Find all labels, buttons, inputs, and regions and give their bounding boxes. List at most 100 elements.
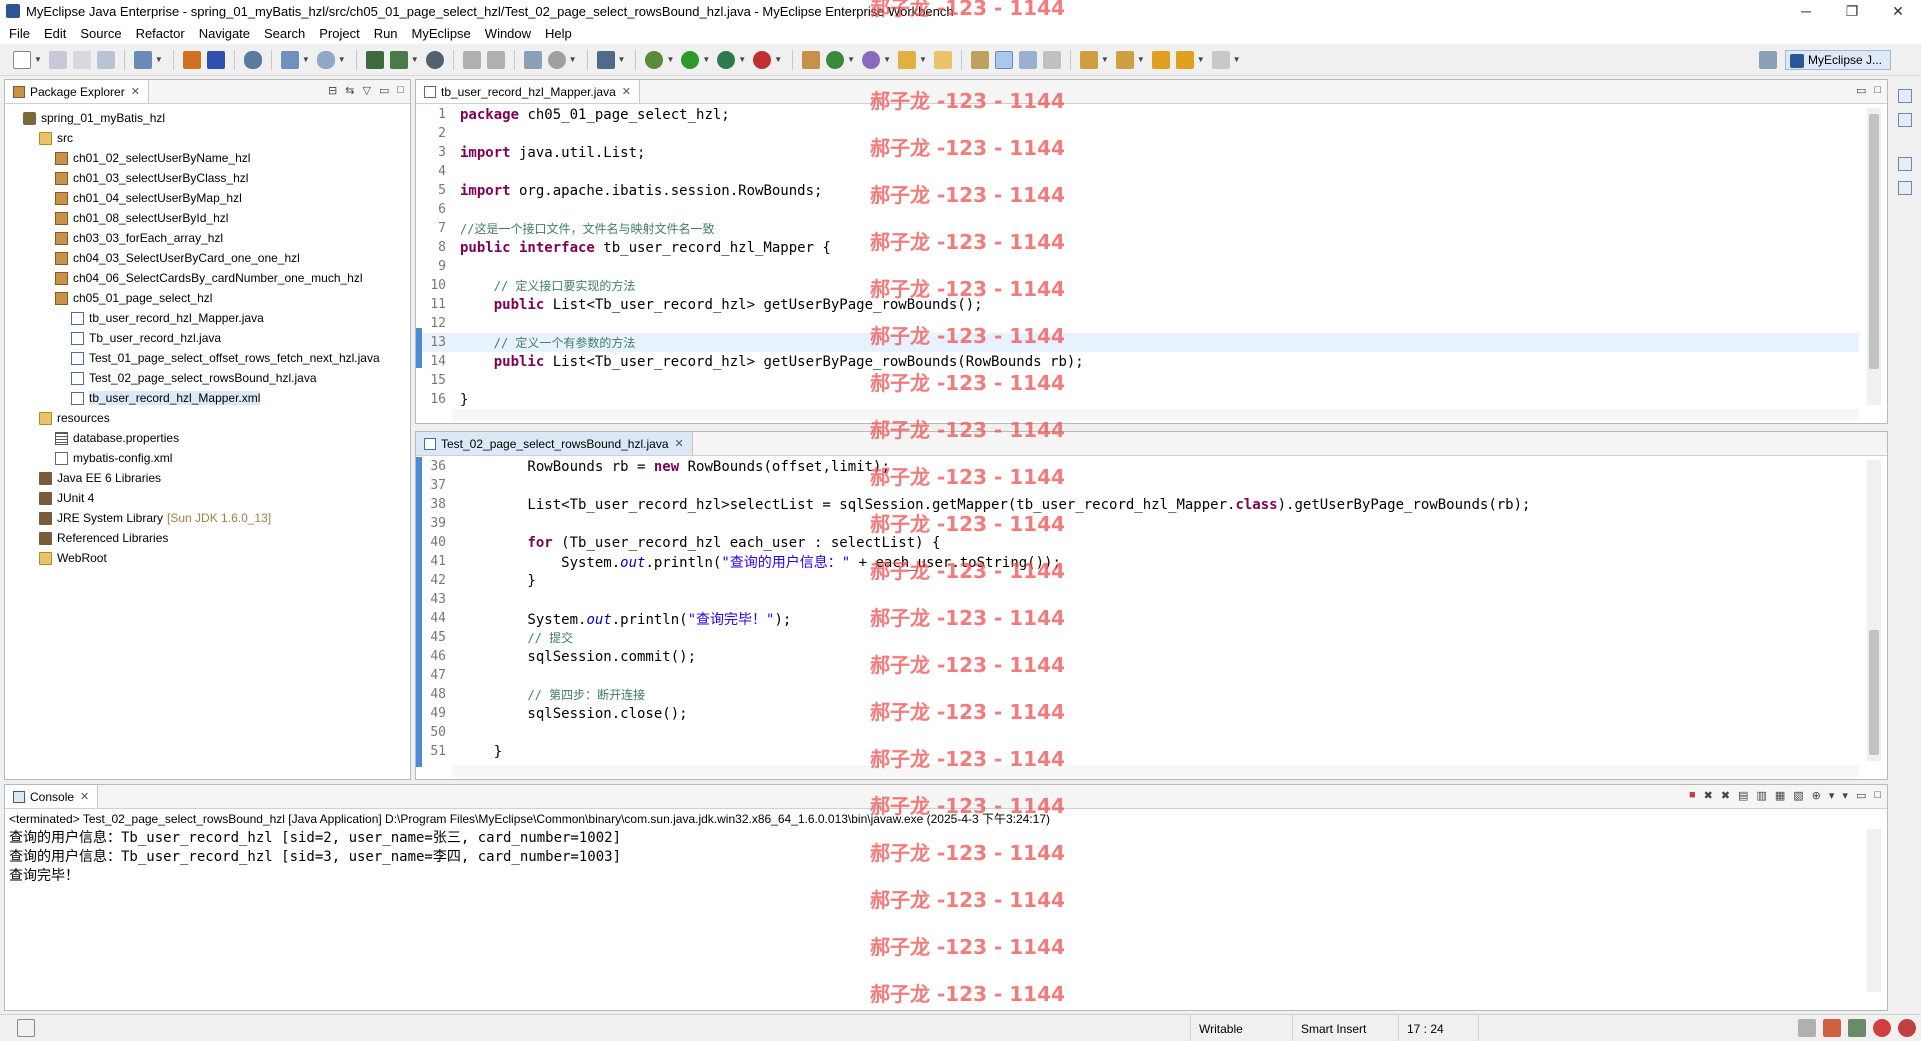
restore-icon[interactable] — [1898, 89, 1912, 103]
code-line[interactable]: 3 import java.util.List; — [416, 143, 1859, 162]
monitor-icon[interactable] — [596, 50, 615, 69]
code-line[interactable]: 5 import org.apache.ibatis.session.RowBou… — [416, 181, 1859, 200]
remove-launch-icon[interactable]: ✖ — [1704, 789, 1713, 802]
chevron-down-icon[interactable]: ▼ — [666, 55, 674, 64]
chevron-down-icon[interactable]: ▼ — [1101, 55, 1109, 64]
new-icon[interactable] — [13, 50, 31, 69]
code-line[interactable]: 7 //这是一个接口文件，文件名与映射文件名一致 — [416, 219, 1859, 238]
chevron-down-icon[interactable]: ▼ — [919, 55, 927, 64]
menu-myeclipse[interactable]: MyEclipse — [405, 26, 478, 41]
show-whitespace-icon[interactable] — [1042, 50, 1061, 69]
tree-item[interactable]: ch01_04_selectUserByMap_hzl — [5, 188, 410, 208]
pin-console-icon[interactable]: ⊕ — [1812, 789, 1821, 802]
forward-history-icon[interactable] — [486, 50, 505, 69]
link-editor-icon[interactable]: ⇆ — [345, 84, 354, 97]
code-line[interactable]: 38 List<Tb_user_record_hzl>selectList = … — [416, 495, 1859, 514]
debug-icon[interactable] — [645, 50, 664, 69]
tree-item[interactable]: ch05_01_page_select_hzl — [5, 288, 410, 308]
open-resource-icon[interactable] — [389, 50, 408, 69]
remove-all-icon[interactable]: ✖ — [1721, 789, 1730, 802]
code-area[interactable]: 36 RowBounds rb = new RowBounds(offset,l… — [416, 457, 1859, 761]
menu-window[interactable]: Window — [478, 26, 538, 41]
chevron-down-icon[interactable]: ▼ — [847, 55, 855, 64]
tab-package-explorer[interactable]: Package Explorer ✕ — [5, 80, 149, 103]
code-line[interactable]: 1 package ch05_01_page_select_hzl; — [416, 105, 1859, 124]
code-line[interactable]: 8 public interface tb_user_record_hzl_Map… — [416, 238, 1859, 257]
chevron-down-icon[interactable]: ▼ — [702, 55, 710, 64]
tree-item[interactable]: tb_user_record_hzl_Mapper.xml — [5, 388, 410, 408]
tree-item[interactable]: Java EE 6 Libraries — [5, 468, 410, 488]
minimize-icon[interactable]: ▭ — [1856, 789, 1866, 802]
menu-file[interactable]: File — [2, 26, 37, 41]
chevron-down-icon[interactable]: ▼ — [338, 55, 346, 64]
code-line[interactable]: 37 — [416, 476, 1859, 495]
maximize-icon[interactable]: □ — [1874, 789, 1881, 802]
help-icon[interactable] — [1898, 1019, 1916, 1037]
new-interface-icon[interactable] — [862, 50, 881, 69]
tree-item[interactable]: ch04_03_SelectUserByCard_one_one_hzl — [5, 248, 410, 268]
open-perspective-icon[interactable] — [1758, 51, 1777, 69]
code-line[interactable]: 49 sqlSession.close(); — [416, 704, 1859, 723]
open-console-icon[interactable]: ▾ — [1842, 789, 1848, 802]
code-line[interactable]: 46 sqlSession.commit(); — [416, 647, 1859, 666]
close-icon[interactable]: ✕ — [80, 790, 89, 803]
code-area[interactable]: 1 package ch05_01_page_select_hzl; 2 3 impor… — [416, 105, 1859, 409]
coverage-icon[interactable] — [717, 50, 736, 69]
chevron-down-icon[interactable]: ▼ — [411, 55, 419, 64]
code-line[interactable]: 39 — [416, 514, 1859, 533]
tree-item[interactable]: ch03_03_forEach_array_hzl — [5, 228, 410, 248]
new-package-icon[interactable] — [802, 50, 821, 69]
notification-icon[interactable] — [1823, 1019, 1841, 1037]
chevron-down-icon[interactable]: ▼ — [774, 55, 782, 64]
chevron-down-icon[interactable]: ▼ — [1233, 55, 1241, 64]
tree-item[interactable]: mybatis-config.xml — [5, 448, 410, 468]
close-icon[interactable]: ✕ — [131, 85, 140, 98]
chevron-down-icon[interactable]: ▼ — [34, 55, 42, 64]
tab-mapper-java[interactable]: tb_user_record_hzl_Mapper.java ✕ — [416, 80, 640, 103]
heap-icon[interactable] — [1798, 1019, 1816, 1037]
chevron-down-icon[interactable]: ▼ — [569, 55, 577, 64]
maximize-button[interactable]: ❐ — [1829, 0, 1875, 22]
code-line[interactable]: 41 System.out.println("查询的用户信息：" + each_… — [416, 552, 1859, 571]
code-line[interactable]: 44 System.out.println("查询完毕！"); — [416, 609, 1859, 628]
close-icon[interactable]: ✕ — [675, 437, 684, 450]
code-line[interactable]: 9 — [416, 257, 1859, 276]
database-icon[interactable] — [243, 50, 262, 69]
word-wrap-icon[interactable]: ▦ — [1775, 789, 1785, 802]
horizontal-scrollbar[interactable] — [452, 409, 1859, 421]
code-line[interactable]: 40 for (Tb_user_record_hzl each_user : s… — [416, 533, 1859, 552]
code-line[interactable]: 16} — [416, 390, 1859, 409]
maximize-icon[interactable]: □ — [397, 84, 404, 97]
tree-item[interactable]: resources — [5, 408, 410, 428]
chevron-down-icon[interactable]: ▼ — [1137, 55, 1145, 64]
wand-icon[interactable] — [280, 50, 299, 69]
chevron-down-icon[interactable]: ▼ — [302, 55, 310, 64]
print-icon[interactable] — [96, 50, 115, 69]
code-line[interactable]: 4 — [416, 162, 1859, 181]
perspective-myeclipse-button[interactable]: MyEclipse J... — [1784, 50, 1891, 70]
chevron-down-icon[interactable]: ▼ — [155, 55, 163, 64]
next-annotation-icon[interactable] — [1079, 50, 1098, 69]
code-line[interactable]: 45 // 提交 — [416, 628, 1859, 647]
code-line[interactable]: 6 — [416, 200, 1859, 219]
tree-item[interactable]: ch01_03_selectUserByClass_hzl — [5, 168, 410, 188]
task-list-icon[interactable] — [1898, 181, 1912, 195]
close-button[interactable]: ✕ — [1875, 0, 1921, 22]
code-line[interactable]: 47 — [416, 666, 1859, 685]
menu-run[interactable]: Run — [367, 26, 405, 41]
tree-item[interactable]: Tb_user_record_hzl.java — [5, 328, 410, 348]
new-project-icon[interactable] — [133, 50, 152, 69]
code-line[interactable]: 10 // 定义接口要实现的方法 — [416, 276, 1859, 295]
code-line[interactable]: 50 — [416, 723, 1859, 742]
vertical-scrollbar[interactable] — [1867, 460, 1881, 761]
menu-help[interactable]: Help — [538, 26, 579, 41]
open-folder-icon[interactable] — [933, 50, 952, 69]
search-icon[interactable] — [316, 50, 335, 69]
run-icon[interactable] — [681, 50, 700, 69]
fast-view-icon[interactable] — [17, 1019, 35, 1037]
arrow-left-icon[interactable] — [1175, 50, 1194, 69]
tree-item[interactable]: Test_01_page_select_offset_rows_fetch_ne… — [5, 348, 410, 368]
tree-item[interactable]: ch04_06_SelectCardsBy_cardNumber_one_muc… — [5, 268, 410, 288]
arrow-right-icon[interactable] — [1211, 50, 1230, 69]
code-line[interactable]: 12 — [416, 314, 1859, 333]
